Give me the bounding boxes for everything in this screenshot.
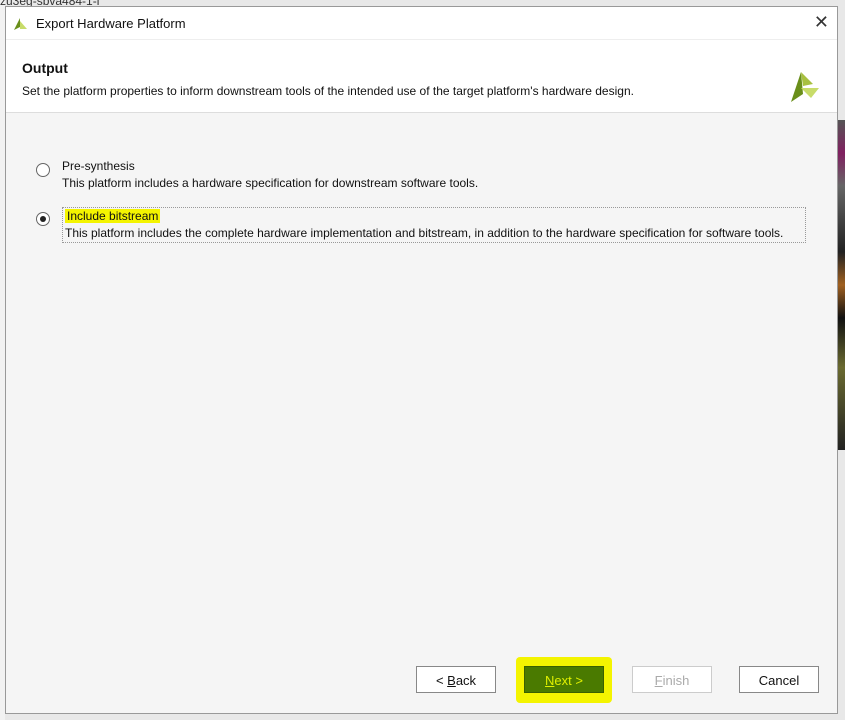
finish-button[interactable]: Finish xyxy=(632,666,712,693)
next-label: ext > xyxy=(554,673,583,688)
page-title: Output xyxy=(22,60,68,76)
option-pre-synthesis[interactable]: Pre-synthesis This platform includes a h… xyxy=(36,158,478,192)
pre-synthesis-radio[interactable] xyxy=(36,163,50,177)
back-label: ack xyxy=(455,673,477,688)
vivado-logo-icon xyxy=(791,72,819,102)
vivado-logo-icon xyxy=(14,18,27,30)
finish-mnemonic: F xyxy=(654,673,663,688)
wizard-header: Output Set the platform properties to in… xyxy=(6,39,837,113)
include-bitstream-radio[interactable] xyxy=(36,212,50,226)
next-button[interactable]: Next > xyxy=(524,666,604,693)
finish-label: inish xyxy=(662,673,690,688)
close-icon[interactable]: ✕ xyxy=(814,12,829,33)
option-include-bitstream[interactable]: Include bitstream This platform includes… xyxy=(36,207,806,243)
dialog-title: Export Hardware Platform xyxy=(36,15,186,31)
option-description: This platform includes a hardware specif… xyxy=(62,176,479,190)
cancel-button[interactable]: Cancel xyxy=(739,666,819,693)
option-label: Include bitstream xyxy=(65,209,161,223)
title-bar: Export Hardware Platform ✕ xyxy=(6,7,837,39)
page-description: Set the platform properties to inform do… xyxy=(22,84,634,98)
back-prefix: < xyxy=(435,673,448,688)
background-waveform xyxy=(838,120,845,450)
option-label: Pre-synthesis xyxy=(62,159,135,173)
next-mnemonic: N xyxy=(545,673,555,688)
back-button[interactable]: < Back xyxy=(416,666,496,693)
export-hardware-platform-dialog: Export Hardware Platform ✕ Output Set th… xyxy=(5,6,838,714)
option-description: This platform includes the complete hard… xyxy=(65,226,784,240)
back-mnemonic: B xyxy=(447,673,456,688)
